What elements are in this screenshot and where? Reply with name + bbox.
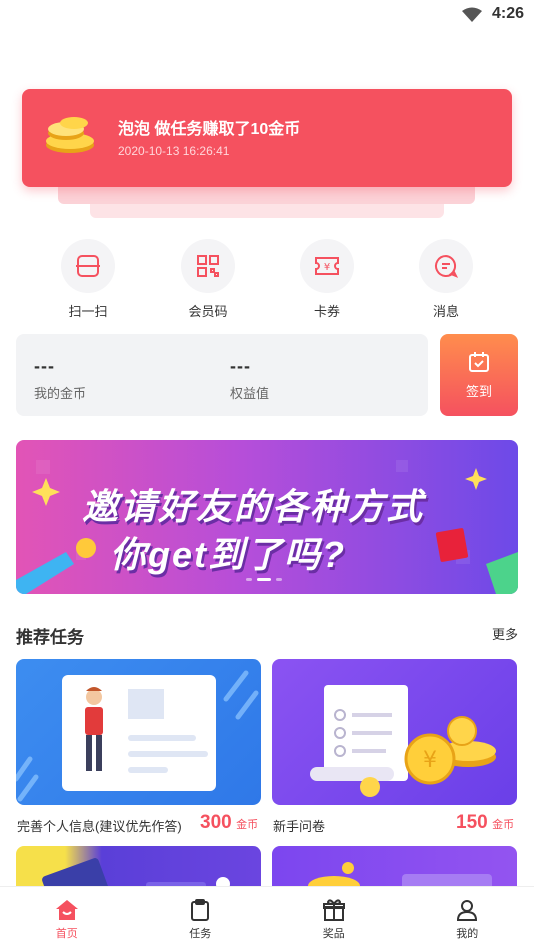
quick-action-label: 扫一扫 (28, 301, 148, 320)
pagination-dot (276, 578, 282, 581)
quick-action-coupon[interactable]: ¥ 卡券 (267, 239, 387, 320)
calendar-check-icon (467, 350, 491, 374)
home-icon (55, 898, 79, 922)
svg-text:¥: ¥ (423, 748, 437, 773)
coin-stack-icon (44, 115, 96, 155)
account-summary-card: --- 我的金币 --- 权益值 (16, 334, 428, 416)
task-coin-amount: 300 (200, 812, 232, 833)
gift-icon (322, 898, 346, 922)
user-icon (455, 898, 479, 922)
bottom-navigation: 首页 任务 奖品 我的 (0, 886, 534, 950)
banner-subheadline: 你get到了吗? (110, 526, 346, 578)
notification-title: 泡泡 做任务赚取了10金币 (118, 115, 300, 139)
my-coins-label[interactable]: 我的金币 (34, 383, 86, 402)
qr-code-icon (181, 239, 235, 293)
task-card-survey[interactable]: ¥ (272, 659, 517, 805)
task-reward: 300 金币 (200, 812, 258, 834)
status-bar: 4:26 (0, 0, 534, 30)
task-coin-unit: 金币 (236, 819, 258, 831)
section-title: 推荐任务 (16, 623, 84, 648)
quick-action-member-code[interactable]: 会员码 (148, 239, 268, 320)
quick-action-label: 消息 (386, 301, 506, 320)
my-coins-value: --- (34, 356, 55, 377)
clipboard-icon (189, 898, 211, 922)
nav-item-mine[interactable]: 我的 (401, 887, 534, 950)
scan-icon (61, 239, 115, 293)
banner-headline: 邀请好友的各种方式 (82, 478, 424, 530)
quick-action-messages[interactable]: 消息 (386, 239, 506, 320)
promo-banner[interactable]: 邀请好友的各种方式 你get到了吗? (16, 440, 518, 594)
nav-label: 奖品 (267, 925, 401, 941)
svg-text:¥: ¥ (324, 262, 330, 273)
notification-time: 2020-10-13 16:26:41 (118, 144, 229, 158)
nav-label: 任务 (134, 925, 268, 941)
profile-illustration (16, 659, 261, 805)
message-icon (419, 239, 473, 293)
quick-action-scan[interactable]: 扫一扫 (28, 239, 148, 320)
nav-label: 我的 (401, 925, 534, 941)
quick-action-label: 卡券 (267, 301, 387, 320)
rights-value: --- (230, 356, 251, 377)
task-coin-unit: 金币 (492, 819, 514, 831)
rights-label[interactable]: 权益值 (230, 383, 269, 402)
task-name: 新手问卷 (273, 816, 325, 835)
task-name: 完善个人信息(建议优先作答) (17, 816, 182, 835)
nav-item-tasks[interactable]: 任务 (134, 887, 268, 950)
nav-label: 首页 (0, 925, 134, 941)
banner-pagination (246, 578, 282, 581)
wifi-icon (462, 7, 482, 23)
task-reward: 150 金币 (456, 812, 514, 834)
coupon-icon: ¥ (300, 239, 354, 293)
task-card-profile[interactable] (16, 659, 261, 805)
pagination-dot (246, 578, 252, 581)
task-coin-amount: 150 (456, 812, 488, 833)
nav-item-prizes[interactable]: 奖品 (267, 887, 401, 950)
status-time: 4:26 (492, 5, 524, 23)
survey-illustration: ¥ (272, 659, 517, 805)
coin-notification-card[interactable]: 泡泡 做任务赚取了10金币 2020-10-13 16:26:41 (22, 89, 512, 187)
more-link[interactable]: 更多 (492, 624, 518, 643)
pagination-dot-active (257, 578, 271, 581)
sign-in-label: 签到 (440, 381, 518, 400)
quick-action-label: 会员码 (148, 301, 268, 320)
sign-in-button[interactable]: 签到 (440, 334, 518, 416)
nav-item-home[interactable]: 首页 (0, 887, 134, 950)
